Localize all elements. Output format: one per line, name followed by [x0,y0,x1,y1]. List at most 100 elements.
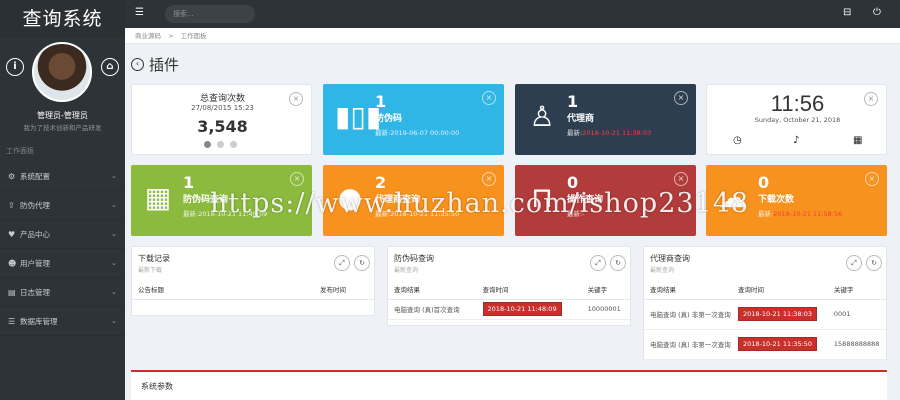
expand-icon[interactable]: ⤢ [590,255,606,271]
column-header: 查询时间 [476,279,582,300]
sidebar-item-users[interactable]: ☻ 用户管理 ⌄ [0,249,125,278]
query-time-badge: 2018-10-21 11:38:03 [738,307,818,321]
users-icon: ☻ [8,258,17,268]
sidebar-item-label: 防伪代理 [20,200,50,210]
sidebar-item-database[interactable]: ☰ 数据库管理 ⌄ [0,307,125,336]
query-key: 10000001 [581,299,630,320]
refresh-icon[interactable]: ↻ [354,255,370,271]
sidebar-item-label: 日志管理 [20,287,50,297]
close-icon[interactable]: × [482,172,496,186]
close-icon[interactable]: × [865,172,879,186]
query-time-badge: 2018-10-21 11:48:09 [482,302,562,316]
sidebar-item-logs[interactable]: ▤ 日志管理 ⌄ [0,278,125,307]
gear-icon: ⚙ [8,171,16,181]
summary-date: 27/08/2015 15:23 [191,104,254,112]
column-header: 关键字 [827,279,886,300]
home-icon[interactable]: ⌂ [101,58,119,76]
close-icon[interactable]: × [674,172,688,186]
search-input[interactable]: 搜索... [165,5,255,23]
table-row: 电脑查询 (真) 非第一次查询 2018-10-21 11:35:50 1588… [644,329,886,360]
stat-footer: 最新:2018-10-21 11:38:03 [567,129,652,137]
close-icon[interactable]: × [674,91,688,105]
close-icon[interactable]: × [289,92,303,106]
table-row: 电脑查询 (真) 非第一次查询 2018-10-21 11:38:03 0001 [644,299,886,330]
panel-title: 代理商查询 [650,254,690,263]
summary-count: 3,548 [197,117,248,136]
clock-icon[interactable]: ◷ [733,135,742,146]
breadcrumb: 商业源码 > 工作面板 [125,28,900,44]
column-header: 查询时间 [732,279,828,300]
panel-subtitle: 最新查询 [650,267,675,274]
breadcrumb-separator: > [168,32,174,40]
top-bar: ☰ 搜索... ⊟ ⏻ [125,0,900,28]
watermark-text: https://www.huzhan.com/ishop23148 [210,188,750,219]
close-icon[interactable]: × [864,92,878,106]
query-time-badge: 2018-10-21 11:35:50 [738,337,818,351]
sidebar-item-agents[interactable]: ⇪ 防伪代理 ⌄ [0,191,125,220]
panel-title: 下载记录 [138,254,170,263]
download-records-panel: 下载记录 最新下载 ⤢ ↻ 公告标题 发布时间 [131,246,375,316]
info-icon[interactable]: i [6,58,24,76]
chevron-down-icon: ⌄ [111,288,117,296]
panel-subtitle: 最新下载 [138,267,163,274]
power-icon[interactable]: ⏻ [873,7,881,18]
expand-icon[interactable]: ⤢ [334,255,350,271]
query-result: 电脑查询 (真) 非第一次查询 [644,299,732,330]
barcode-icon: ▮▯▮ [335,100,382,133]
stat-number: 1 [183,173,195,192]
stat-number: 1 [375,92,387,111]
lock-icon[interactable]: ⊟ [843,7,851,18]
menu-toggle-icon[interactable]: ☰ [135,7,144,18]
refresh-icon[interactable]: ↻ [610,255,626,271]
close-icon[interactable]: × [290,172,304,186]
clock-date: Sunday, October 21, 2018 [754,116,841,124]
person-icon: ♙ [529,100,555,133]
bell-icon[interactable]: ♪ [793,135,799,146]
column-header: 公告标题 [132,279,314,300]
database-icon: ☰ [8,316,16,326]
stat-number: 0 [758,173,770,192]
user-name: 管理员-管理员 [37,111,88,120]
back-circle-icon[interactable]: ‹ [131,58,144,71]
refresh-icon[interactable]: ↻ [866,255,882,271]
summary-title: 总查询次数 [199,94,245,104]
chevron-down-icon: ⌄ [111,259,117,267]
column-header: 关键字 [581,279,630,300]
clock-card: 11:56 Sunday, October 21, 2018 ◷ ♪ ▦ × [706,84,887,155]
close-icon[interactable]: × [482,91,496,105]
agent-query-table: 查询结果 查询时间 关键字 电脑查询 (真) 非第一次查询 2018-10-21… [644,279,886,360]
clock-time: 11:56 [770,91,825,116]
sidebar-item-label: 用户管理 [20,258,50,268]
chevron-down-icon: ⌄ [111,230,117,238]
sidebar-item-products[interactable]: ♥ 产品中心 ⌄ [0,220,125,249]
query-key: 15888888888 [827,329,886,360]
carousel-dots[interactable] [204,141,237,148]
avatar[interactable] [32,42,92,102]
query-result: 电脑查询 (真) 非第一次查询 [644,329,732,360]
app-title: 查询系统 [0,0,125,38]
panel-subtitle: 最新查询 [394,267,419,274]
upload-icon: ⇪ [8,200,15,210]
panel-title: 防伪码查询 [394,254,434,263]
stat-number: 1 [567,92,579,111]
sidebar: 查询系统 i ⌂ 管理员-管理员 我为了技术创新和产品研发 工作面板 ⚙ 系统配… [0,0,125,400]
stat-card-codes: ▮▯▮ 1 防伪码 最新:2019-06-07 00:00:00 × [323,84,504,155]
code-query-panel: 防伪码查询 最新查询 ⤢ ↻ 查询结果 查询时间 关键字 电脑查询 (真)首次查… [387,246,631,326]
heart-icon: ♥ [8,229,16,239]
sidebar-item-label: 产品中心 [20,229,50,239]
user-subtitle: 我为了技术创新和产品研发 [23,124,102,132]
sidebar-menu: ⚙ 系统配置 ⌄ ⇪ 防伪代理 ⌄ ♥ 产品中心 ⌄ ☻ 用户管理 ⌄ ▤ 日志… [0,162,125,336]
calendar-icon[interactable]: ▦ [853,135,862,146]
breadcrumb-home[interactable]: 商业源码 [135,32,161,40]
stat-footer: 最新:2018-10-21 11:58:56 [758,210,843,218]
sidebar-item-system-config[interactable]: ⚙ 系统配置 ⌄ [0,162,125,191]
page-title: ‹ 插件 [131,54,179,75]
stat-footer: 最新:2019-06-07 00:00:00 [375,129,460,137]
column-header: 查询结果 [644,279,732,300]
sidebar-item-label: 系统配置 [20,171,50,181]
code-query-table: 查询结果 查询时间 关键字 电脑查询 (真)首次查询 2018-10-21 11… [388,279,630,320]
expand-icon[interactable]: ⤢ [846,255,862,271]
agent-query-panel: 代理商查询 最新查询 ⤢ ↻ 查询结果 查询时间 关键字 电脑查询 (真) 非第… [643,246,887,360]
user-profile: i ⌂ 管理员-管理员 我为了技术创新和产品研发 [0,38,125,132]
qrcode-icon: ▦ [144,181,172,214]
